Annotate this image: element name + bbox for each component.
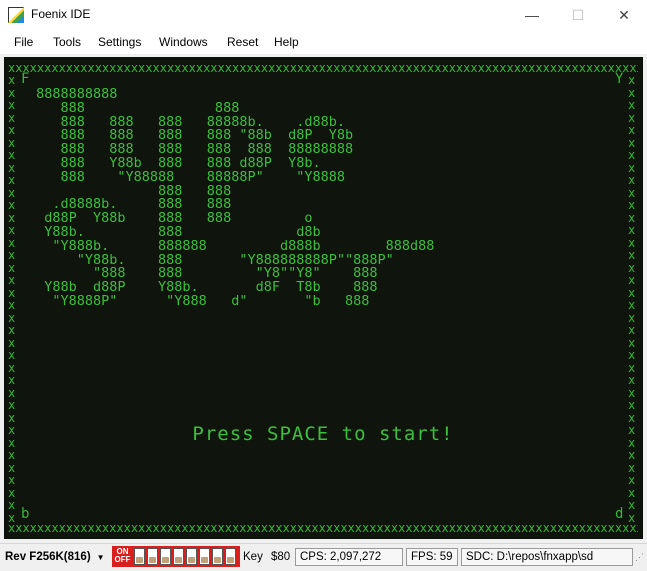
dip-switch-4[interactable] (173, 548, 184, 565)
dip-off-label: OFF (114, 555, 131, 564)
window-title: Foenix IDE (31, 7, 91, 21)
revision-label: Rev F256K(816) (5, 551, 91, 563)
dip-switch-panel: ON OFF (112, 546, 240, 567)
screen-border-left: x x x x x x x x x x x x x x x x x x x x … (8, 73, 16, 525)
dip-switch-1[interactable] (134, 548, 145, 565)
menu-tools[interactable]: Tools (53, 35, 81, 49)
maximize-button[interactable]: ☐ (555, 0, 601, 30)
screen-border-top: xxxxxxxxxxxxxxxxxxxxxxxxxxxxxxxxxxxxxxxx… (8, 62, 638, 75)
screen-corner-tr: Y (615, 71, 624, 87)
dip-switch-3[interactable] (160, 548, 171, 565)
title-bar: Foenix IDE — ☐ ✕ (0, 0, 647, 30)
dip-switch-2[interactable] (147, 548, 158, 565)
screen-border-right: x x x x x x x x x x x x x x x x x x x x … (628, 73, 636, 525)
screen-corner-tl: F (21, 71, 30, 87)
start-prompt: Press SPACE to start! (192, 423, 454, 445)
menu-settings[interactable]: Settings (98, 35, 141, 49)
chevron-down-icon: ▼ (96, 552, 105, 562)
menu-reset[interactable]: Reset (227, 35, 258, 49)
revision-dropdown[interactable]: Rev F256K(816) ▼ (5, 548, 105, 566)
menu-file[interactable]: File (14, 35, 33, 49)
screen-border-bottom: xxxxxxxxxxxxxxxxxxxxxxxxxxxxxxxxxxxxxxxx… (8, 522, 638, 535)
key-value: $80 (271, 551, 291, 563)
typeset-ascii-logo: 8888888888 888 888 888 888 888 88888b. .… (36, 86, 435, 309)
cps-readout: CPS: 2,097,272 (295, 548, 403, 566)
minimize-icon: — (525, 7, 539, 23)
dip-on-off-label: ON OFF (113, 548, 132, 564)
menu-help[interactable]: Help (274, 35, 299, 49)
menu-windows[interactable]: Windows (159, 35, 208, 49)
menu-bar: File Tools Settings Windows Reset Help (0, 30, 647, 54)
dip-switch-5[interactable] (186, 548, 197, 565)
close-button[interactable]: ✕ (601, 0, 647, 30)
resize-grip-icon[interactable]: ⋰ (635, 548, 644, 566)
dip-switch-8[interactable] (225, 548, 236, 565)
screen-corner-br: d (615, 506, 624, 522)
emulator-screen[interactable]: xxxxxxxxxxxxxxxxxxxxxxxxxxxxxxxxxxxxxxxx… (6, 60, 640, 537)
maximize-icon: ☐ (571, 6, 585, 23)
screen-corner-bl: b (21, 506, 30, 522)
minimize-button[interactable]: — (509, 0, 555, 30)
dip-switch-7[interactable] (212, 548, 223, 565)
status-bar: Rev F256K(816) ▼ ON OFF Key $80 CPS: 2,09… (0, 543, 647, 571)
close-icon: ✕ (618, 6, 630, 23)
dip-switch-6[interactable] (199, 548, 210, 565)
sdc-path-readout: SDC: D:\repos\fnxapp\sd (461, 548, 633, 566)
fps-readout: FPS: 59 (406, 548, 458, 566)
key-label: Key (243, 551, 263, 563)
